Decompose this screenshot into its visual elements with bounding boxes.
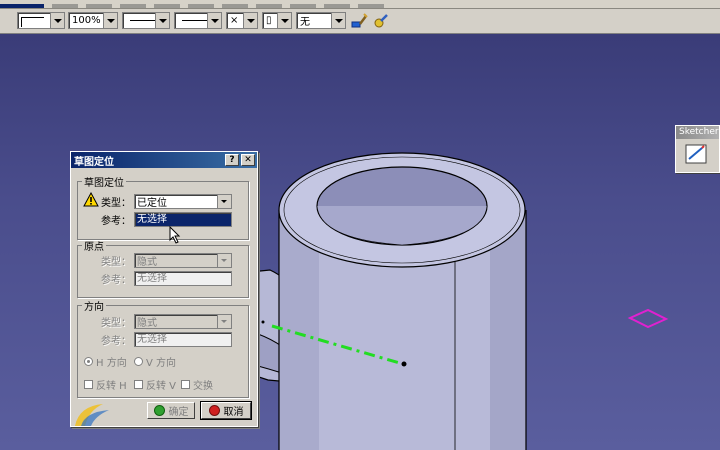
cancel-button[interactable]: 取消: [201, 402, 251, 419]
format-painter-icon[interactable]: [350, 12, 368, 30]
orientation-type-select[interactable]: 隐式: [134, 314, 232, 329]
swap-label: 交换: [193, 381, 213, 392]
close-button[interactable]: ✕: [241, 154, 255, 166]
orientation-reference-row: 参考： 无选择: [93, 332, 232, 347]
sketch-positioning-dialog: 草图定位 ? ✕ 草图定位 类型： 已定位 参考： 无选择 原点 类型： 隐式 …: [70, 151, 258, 427]
reference-row: 参考： 无选择: [93, 212, 232, 227]
sketch-icon[interactable]: [684, 142, 714, 170]
h-direction-label: H 方向: [96, 358, 127, 369]
graphic-properties-toolbar: 100% × ▯ 无: [0, 9, 720, 34]
swap-checkbox[interactable]: [181, 380, 190, 389]
reverse-h-option[interactable]: 反转 H: [84, 377, 127, 392]
type-label: 类型：: [101, 198, 131, 209]
chevron-down-icon[interactable]: [217, 254, 231, 267]
help-button[interactable]: ?: [225, 154, 239, 166]
v-direction-option[interactable]: V 方向: [134, 354, 176, 369]
origin-type-row: 类型： 隐式: [93, 253, 232, 268]
chevron-down-icon[interactable]: [331, 13, 345, 28]
transparency-combo[interactable]: 100%: [68, 12, 118, 29]
origin-group: 原点: [77, 238, 249, 298]
ok-icon: [153, 405, 165, 416]
reverse-v-option[interactable]: 反转 V: [134, 377, 176, 392]
line-type-combo[interactable]: [174, 12, 222, 29]
origin-type-label: 类型：: [101, 257, 131, 268]
swap-option[interactable]: 交换: [181, 377, 213, 392]
cancel-icon: [208, 405, 220, 416]
catia-logo-icon: [75, 404, 109, 426]
graphic-properties-icon[interactable]: [372, 12, 390, 30]
line-type-preview: [175, 20, 207, 21]
h-direction-option[interactable]: H 方向: [84, 354, 127, 369]
fill-color-combo[interactable]: [17, 12, 65, 29]
origin-reference-row: 参考： 无选择: [93, 271, 232, 286]
point-symbol-value: ×: [230, 15, 239, 26]
origin-reference-label: 参考：: [101, 275, 131, 286]
ok-button[interactable]: 确定: [147, 402, 195, 419]
layer-combo[interactable]: 无: [296, 12, 346, 29]
dialog-titlebar[interactable]: 草图定位 ? ✕: [71, 152, 257, 168]
reference-label: 参考：: [101, 216, 131, 227]
group-legend: 原点: [84, 242, 104, 253]
point-symbol-combo[interactable]: ×: [226, 12, 258, 29]
rendering-style-combo[interactable]: ▯: [262, 12, 292, 29]
layer-value: 无: [300, 17, 310, 28]
line-thickness-preview: [123, 20, 155, 21]
chevron-down-icon[interactable]: [103, 13, 117, 28]
orientation-type-value: 隐式: [137, 318, 157, 329]
fill-color-swatch: [18, 15, 50, 27]
chevron-down-icon[interactable]: [243, 13, 257, 28]
group-legend: 方向: [84, 302, 104, 313]
reverse-h-checkbox[interactable]: [84, 380, 93, 389]
sketcher-toolbar-title: Sketcher: [676, 126, 719, 139]
type-row: 类型： 已定位: [93, 194, 232, 209]
chevron-down-icon[interactable]: [207, 13, 221, 28]
origin-reference-field[interactable]: 无选择: [134, 271, 232, 286]
v-direction-label: V 方向: [146, 358, 177, 369]
orientation-reference-field[interactable]: 无选择: [134, 332, 232, 347]
flange-hole: [261, 320, 265, 324]
v-direction-radio[interactable]: [134, 357, 143, 366]
dialog-title: 草图定位: [74, 156, 114, 168]
ok-label: 确定: [168, 407, 189, 418]
reverse-v-label: 反转 V: [146, 381, 177, 392]
reverse-h-label: 反转 H: [96, 381, 127, 392]
origin-type-select[interactable]: 隐式: [134, 253, 232, 268]
transparency-value: 100%: [72, 15, 101, 26]
chevron-down-icon[interactable]: [155, 13, 169, 28]
type-select-value: 已定位: [137, 198, 167, 209]
reverse-v-checkbox[interactable]: [134, 380, 143, 389]
sketcher-toolbar[interactable]: Sketcher: [675, 125, 720, 173]
line-thickness-combo[interactable]: [122, 12, 170, 29]
orientation-type-row: 类型： 隐式: [93, 314, 232, 329]
chevron-down-icon[interactable]: [277, 13, 291, 28]
rendering-style-icon: ▯: [266, 15, 272, 26]
axis-end-point[interactable]: [401, 361, 407, 367]
chevron-down-icon[interactable]: [217, 195, 231, 208]
chevron-down-icon[interactable]: [217, 315, 231, 328]
chevron-down-icon[interactable]: [50, 13, 64, 28]
orientation-reference-label: 参考：: [101, 336, 131, 347]
h-direction-radio[interactable]: [84, 357, 93, 366]
type-select[interactable]: 已定位: [134, 194, 232, 209]
cancel-label: 取消: [223, 407, 244, 418]
reference-field[interactable]: 无选择: [134, 212, 232, 227]
orientation-type-label: 类型：: [101, 318, 131, 329]
sketch-plane-indicator[interactable]: [627, 308, 669, 329]
group-legend: 草图定位: [84, 178, 124, 189]
origin-type-value: 隐式: [137, 257, 157, 268]
menu-bar[interactable]: [0, 0, 720, 9]
